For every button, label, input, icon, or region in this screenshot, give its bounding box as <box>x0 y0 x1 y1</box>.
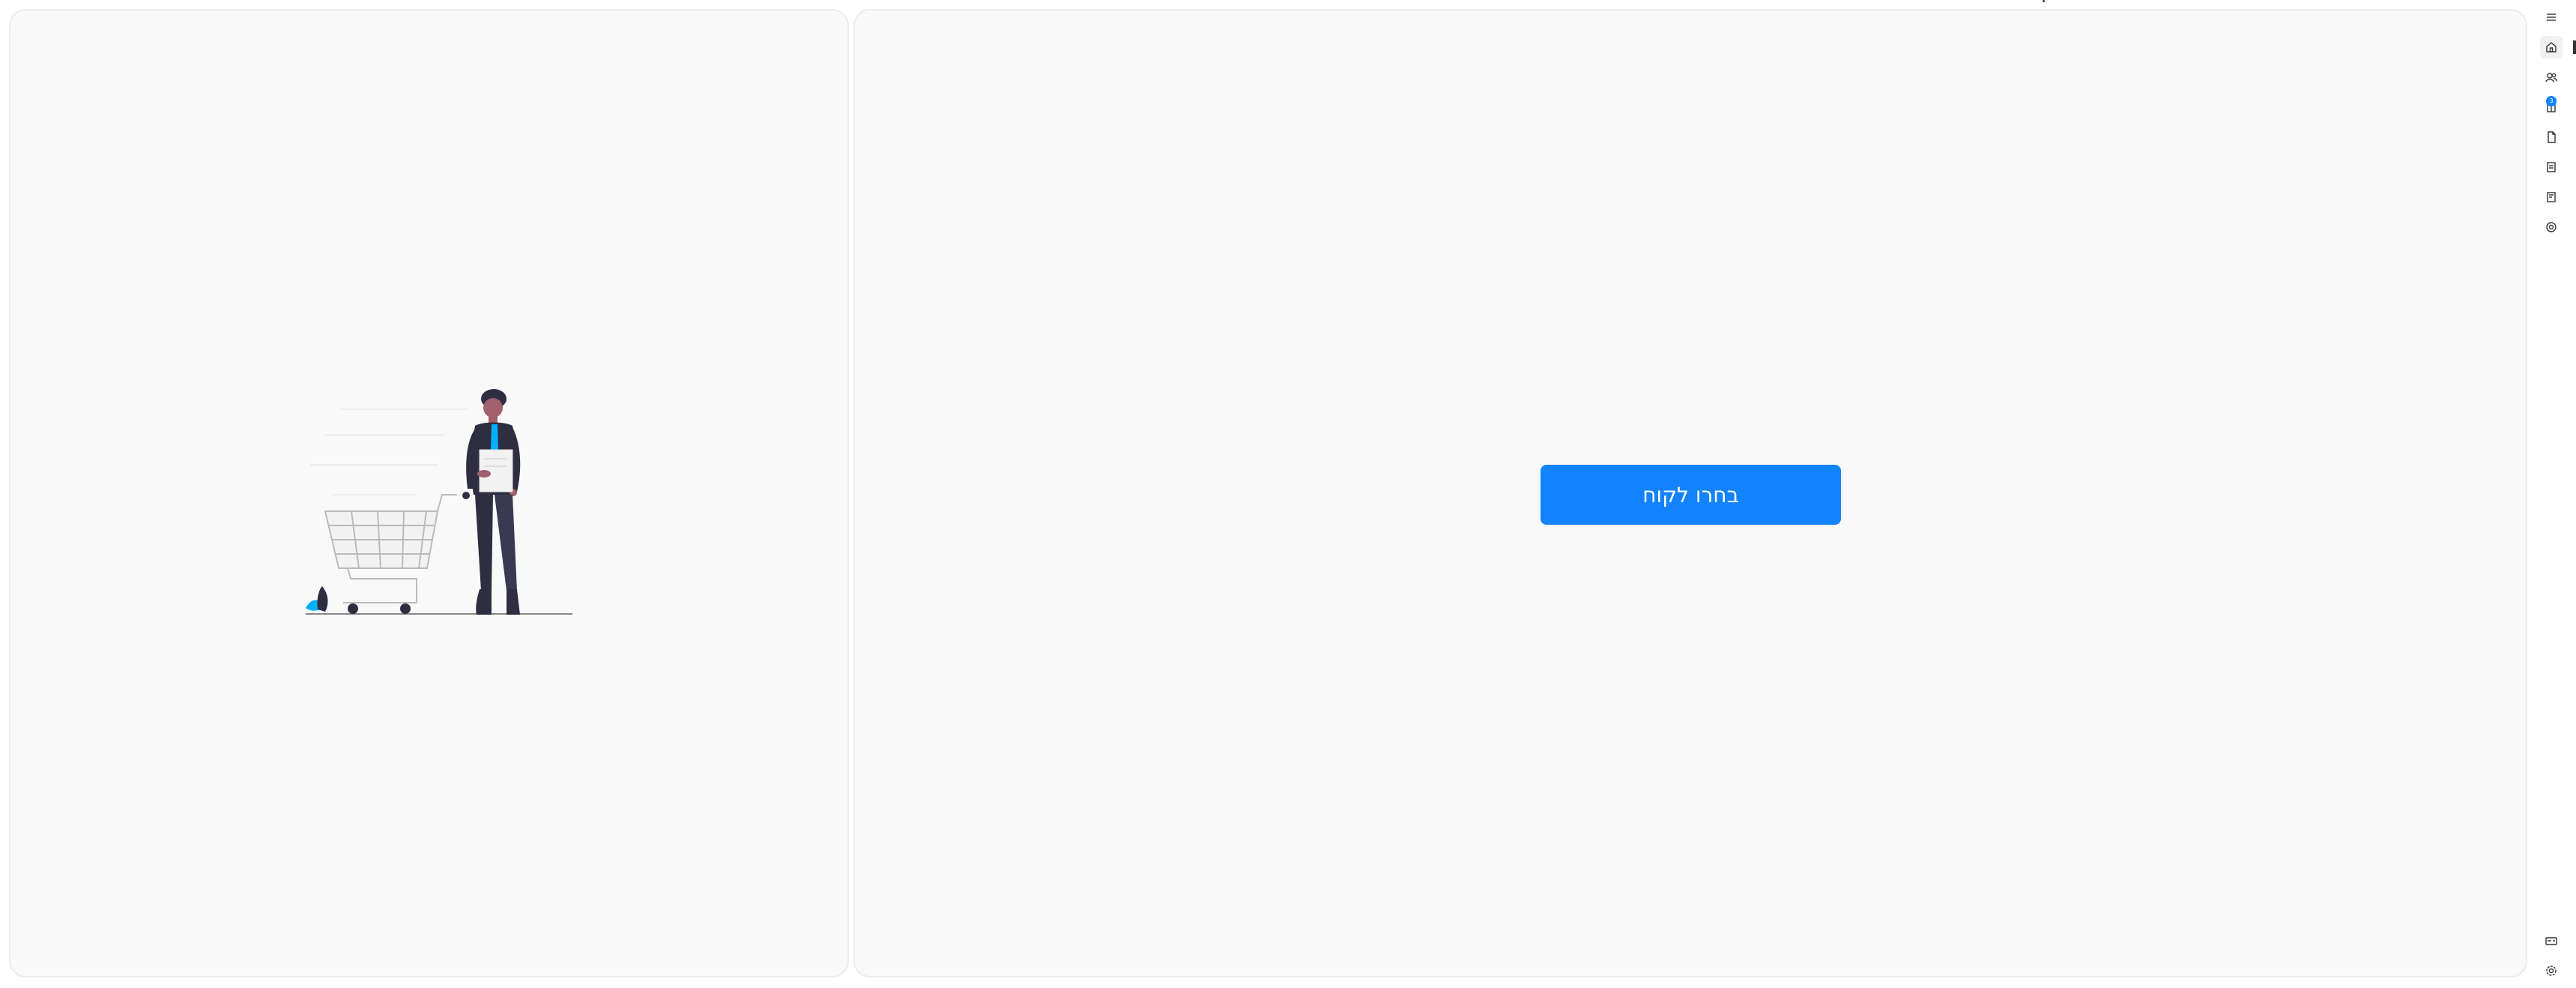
settings-icon <box>2546 966 2557 976</box>
sidebar-item-customers[interactable] <box>2540 66 2563 88</box>
card-icon <box>2545 937 2557 945</box>
sidebar-item-settings[interactable] <box>2540 960 2563 982</box>
app-window: בחרו לקוח 3 <box>0 0 2576 988</box>
sidebar-item-home[interactable] <box>2540 36 2563 58</box>
document-icon <box>2548 131 2556 143</box>
top-indicator-dot <box>2043 0 2045 2</box>
receipt-icon <box>2547 162 2556 172</box>
cart-panel <box>9 9 849 978</box>
empty-cart-illustration <box>306 389 572 615</box>
sidebar-item-support[interactable] <box>2540 216 2563 238</box>
receipt-alt-icon <box>2547 192 2556 202</box>
sidebar-item-cards[interactable] <box>2540 930 2563 952</box>
notification-badge: 3 <box>2546 96 2557 106</box>
sidebar <box>2533 0 2576 988</box>
main-panel: בחרו לקוח <box>853 9 2527 978</box>
sidebar-item-documents[interactable] <box>2540 126 2563 148</box>
sidebar-item-receipts[interactable] <box>2540 156 2563 178</box>
users-icon <box>2545 73 2558 82</box>
active-item-marker <box>2573 40 2576 54</box>
support-icon <box>2546 222 2557 232</box>
home-icon <box>2546 42 2557 52</box>
sidebar-item-invoices[interactable] <box>2540 186 2563 208</box>
menu-icon[interactable] <box>2540 6 2563 28</box>
select-customer-button[interactable]: בחרו לקוח <box>1541 465 1841 525</box>
